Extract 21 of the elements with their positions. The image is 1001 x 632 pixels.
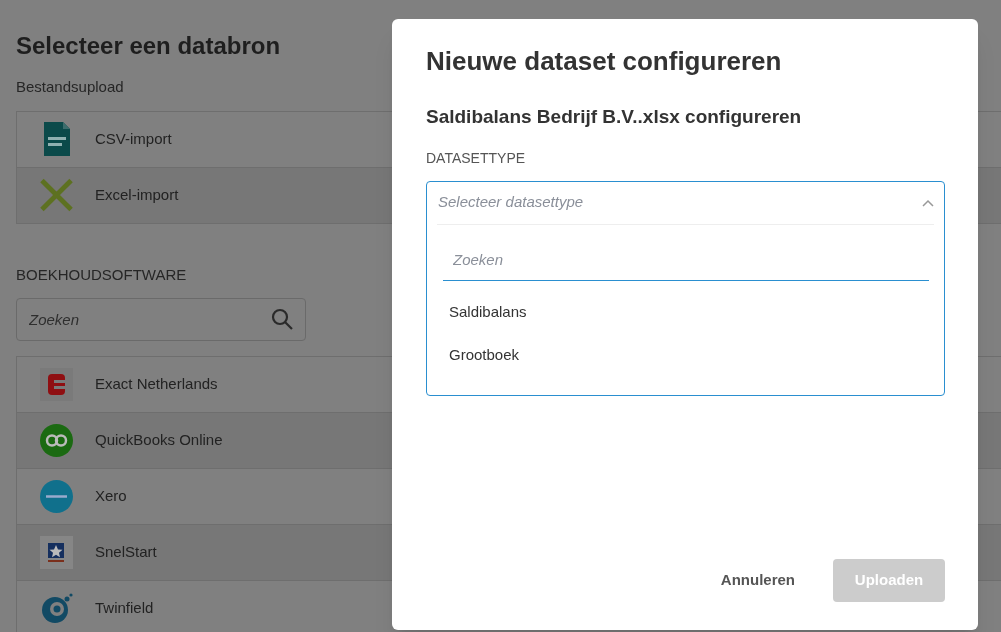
dropdown-option[interactable]: Grootboek [437,333,934,377]
chevron-up-icon [922,198,934,207]
dialog-subtitle: Saldibalans Bedrijf B.V..xlsx configureren [426,105,803,129]
logo-icon [40,592,73,625]
file-icon [43,122,70,156]
search-field[interactable]: Zoeken [443,238,929,281]
cross-icon [40,178,73,212]
select-placeholder: Selecteer datasettype [438,192,584,213]
logo-icon [40,424,73,457]
page-title: Selecteer een databron [16,31,281,61]
logo-icon [40,480,73,513]
section-heading: BOEKHOUDSOFTWARE [16,264,188,285]
cancel-button[interactable]: Annuleren [720,569,795,592]
dialog-title: Nieuwe dataset configureren [426,45,783,77]
field-label: DATASETTYPE [426,148,527,168]
star-logo-icon [40,536,73,569]
search-field[interactable]: Zoeken [16,298,306,341]
section-heading: Bestandsupload [16,77,125,97]
dropdown-option[interactable]: Saldibalans [437,290,934,334]
search-icon[interactable] [270,307,294,331]
logo-icon [40,368,73,401]
